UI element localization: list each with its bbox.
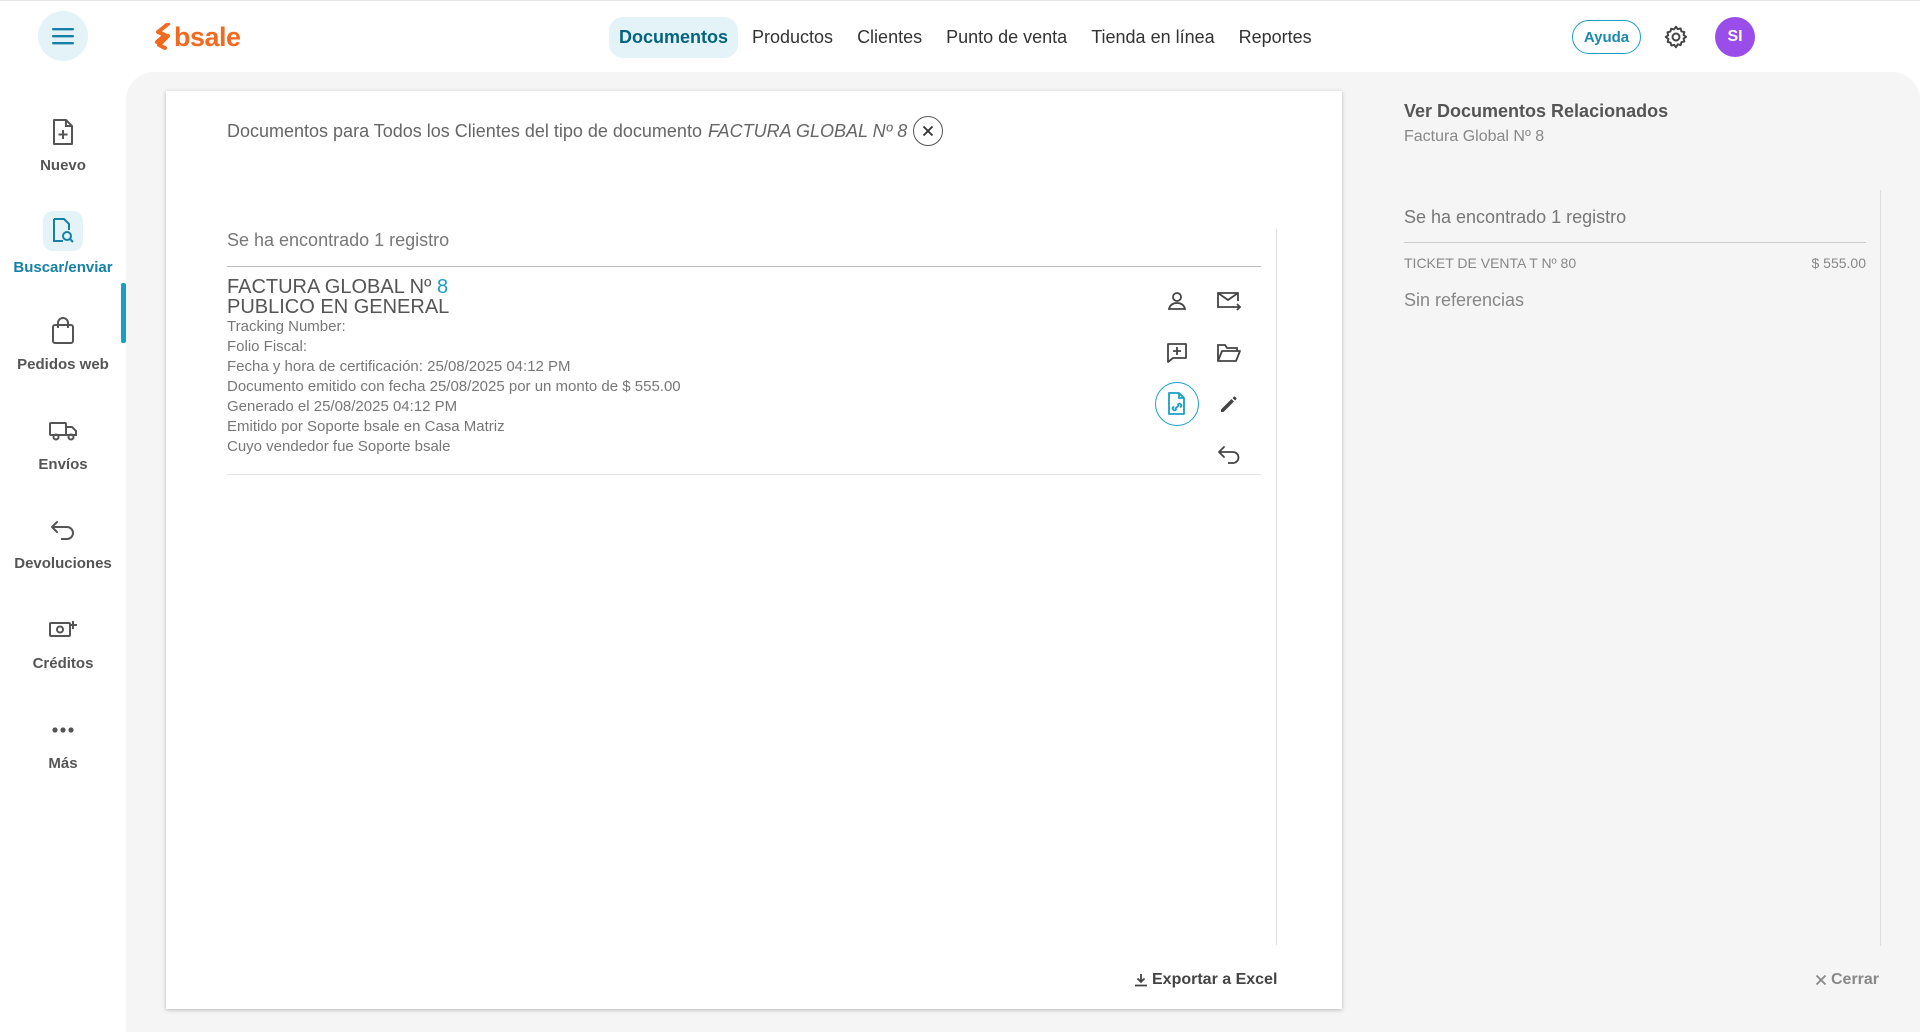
help-button[interactable]: Ayuda (1572, 20, 1641, 54)
document-details: Tracking Number: Folio Fiscal: Fecha y h… (227, 317, 681, 457)
related-document-name[interactable]: TICKET DE VENTA T Nº 80 (1404, 255, 1576, 271)
document-client: PUBLICO EN GENERAL (227, 296, 450, 318)
settings-button[interactable] (1660, 21, 1692, 53)
detail-generated: Generado el 25/08/2025 04:12 PM (227, 398, 458, 415)
document-type: FACTURA GLOBAL Nº (227, 276, 432, 298)
no-references-text: Sin referencias (1404, 290, 1525, 310)
brand-logo[interactable]: bsale (154, 21, 241, 53)
document-row[interactable]: FACTURA GLOBAL Nº 8 PUBLICO EN GENERAL T… (227, 267, 1261, 475)
more-dots-icon (43, 713, 83, 747)
hamburger-icon (52, 28, 74, 45)
nav-productos[interactable]: Productos (742, 17, 843, 58)
close-icon (1815, 974, 1827, 986)
filter-value: FACTURA GLOBAL Nº 8 (707, 120, 908, 141)
client-button[interactable] (1155, 279, 1199, 323)
related-document-amount: $ 555.00 (1811, 255, 1867, 271)
top-bar: bsale Documentos Productos Clientes Punt… (0, 0, 1920, 72)
user-icon (1167, 292, 1187, 310)
detail-folio: Folio Fiscal: (227, 338, 308, 355)
sidebar-item-label: Devoluciones (14, 554, 112, 572)
nav-documentos[interactable]: Documentos (609, 16, 739, 58)
pencil-icon (1221, 396, 1237, 412)
sidebar-item-buscar-enviar[interactable]: Buscar/enviar (0, 204, 126, 282)
mail-send-icon (1217, 292, 1242, 311)
nav-clientes[interactable]: Clientes (847, 17, 932, 58)
nav-reportes[interactable]: Reportes (1229, 17, 1322, 58)
clear-filter-button[interactable] (913, 116, 944, 146)
folder-open-icon (1217, 344, 1241, 362)
sidebar-item-pedidos-web[interactable]: Pedidos web (0, 304, 126, 382)
filter-prefix: Documentos para Todos los Clientes del t… (227, 120, 702, 141)
sidebar-item-label: Envíos (38, 455, 88, 473)
file-plus-icon (43, 115, 83, 149)
sidebar-item-label: Nuevo (40, 156, 86, 174)
document-title[interactable]: FACTURA GLOBAL Nº 8 (227, 277, 448, 297)
detail-issued: Documento emitido con fecha 25/08/2025 p… (227, 378, 681, 395)
brand-name: bsale (174, 21, 241, 52)
return-arrow-icon (1218, 446, 1240, 464)
document-number[interactable]: 8 (437, 276, 448, 298)
menu-button[interactable] (38, 11, 88, 61)
main-nav: Documentos Productos Clientes Punto de v… (609, 16, 1322, 58)
close-label: Cerrar (1831, 971, 1880, 988)
sidebar-item-label: Créditos (32, 654, 94, 672)
results-count: Se ha encontrado 1 registro (227, 230, 1261, 267)
file-search-icon (43, 210, 83, 251)
nav-punto-de-venta[interactable]: Punto de venta (936, 17, 1077, 58)
bsale-logo-icon (155, 23, 170, 50)
related-divider (1880, 190, 1881, 946)
related-document-row[interactable]: TICKET DE VENTA T Nº 80 $ 555.00 (1404, 255, 1866, 271)
sidebar-item-label: Buscar/enviar (13, 258, 113, 276)
documents-panel: Documentos para Todos los Clientes del t… (166, 91, 1342, 1009)
gear-icon (1664, 25, 1688, 49)
related-subtitle: Factura Global Nº 8 (1404, 128, 1545, 145)
sidebar-item-mas[interactable]: Más (0, 703, 126, 781)
detail-certification: Fecha y hora de certificación: 25/08/202… (227, 358, 571, 375)
related-count: Se ha encontrado 1 registro (1404, 207, 1866, 243)
return-arrow-icon (43, 513, 83, 547)
sidebar: Nuevo Buscar/enviar Pedidos web Envíos D… (0, 72, 126, 1032)
related-documents-button[interactable] (1155, 382, 1199, 426)
sidebar-item-devoluciones[interactable]: Devoluciones (0, 503, 126, 581)
add-comment-button[interactable] (1155, 331, 1199, 375)
nav-tienda-en-linea[interactable]: Tienda en línea (1081, 17, 1224, 58)
detail-emitter: Emitido por Soporte bsale en Casa Matriz (227, 418, 505, 435)
money-plus-icon (43, 613, 83, 647)
user-avatar[interactable]: SI (1715, 17, 1755, 57)
close-related-button[interactable]: Cerrar (1815, 971, 1879, 989)
detail-seller: Cuyo vendedor fue Soporte bsale (227, 438, 451, 455)
file-link-icon (1168, 392, 1185, 415)
comment-plus-icon (1167, 343, 1187, 363)
export-excel-button[interactable]: Exportar a Excel (1134, 971, 1277, 989)
sidebar-item-envios[interactable]: Envíos (0, 404, 126, 482)
sidebar-item-nuevo[interactable]: Nuevo (0, 105, 126, 183)
filter-summary: Documentos para Todos los Clientes del t… (227, 116, 944, 146)
related-title: Ver Documentos Relacionados (1404, 101, 1669, 121)
divider (1276, 229, 1277, 945)
sidebar-item-label: Pedidos web (17, 355, 109, 373)
sidebar-item-label: Más (48, 754, 78, 772)
close-icon (923, 125, 934, 137)
edit-button[interactable] (1207, 382, 1251, 426)
sidebar-item-creditos[interactable]: Créditos (0, 603, 126, 681)
export-label: Exportar a Excel (1152, 971, 1278, 988)
shopping-bag-icon (43, 314, 83, 348)
open-folder-button[interactable] (1207, 331, 1251, 375)
download-icon (1135, 974, 1147, 987)
detail-tracking: Tracking Number: (227, 318, 346, 335)
truck-icon (43, 414, 83, 448)
send-email-button[interactable] (1207, 279, 1251, 323)
results-list: Se ha encontrado 1 registro FACTURA GLOB… (227, 230, 1261, 475)
return-button[interactable] (1207, 433, 1251, 477)
